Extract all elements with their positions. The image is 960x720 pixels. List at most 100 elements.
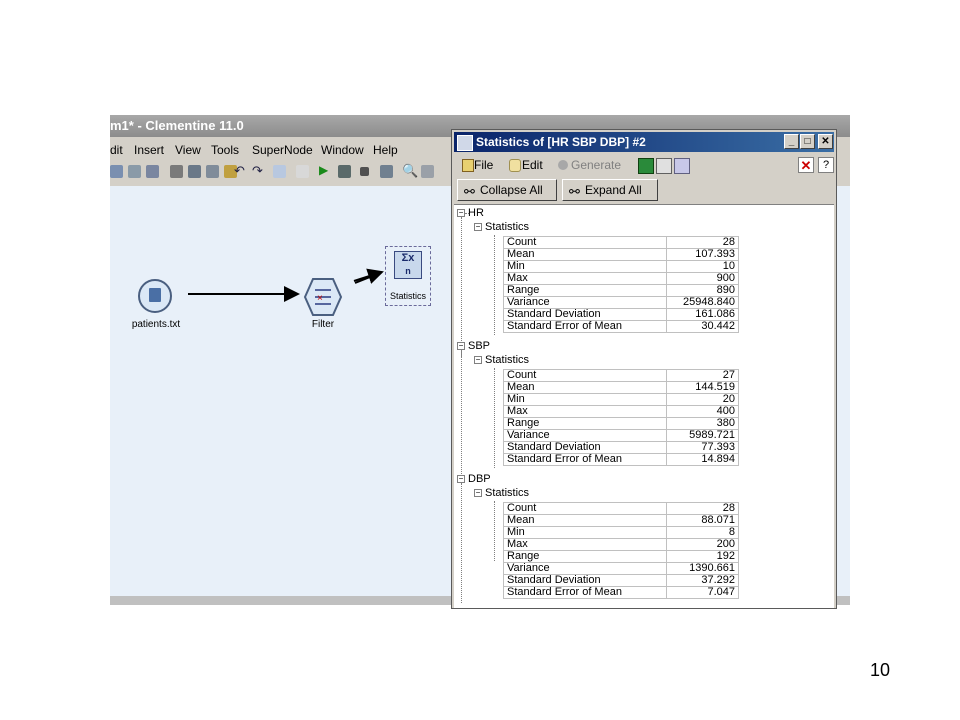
tree-field-hr[interactable]: HR <box>468 207 484 219</box>
close-button[interactable]: ✕ <box>818 134 833 149</box>
annotate-icon[interactable] <box>674 158 690 174</box>
tree-group-hr-statistics[interactable]: Statistics <box>485 221 529 233</box>
table-row: Standard Deviation 37.292 <box>503 574 739 587</box>
tree-toggle-hr-statistics[interactable]: − <box>474 223 482 231</box>
filter-node-label: Filter <box>311 319 335 330</box>
save-icon[interactable] <box>110 165 123 178</box>
menu-supernode[interactable]: SuperNode <box>252 143 313 157</box>
table-row: Count 28 <box>503 502 739 515</box>
zoom-out-icon[interactable] <box>421 165 434 178</box>
stat-value: 30.442 <box>666 320 739 333</box>
table-row: Max 200 <box>503 538 739 551</box>
tree-toggle-sbp-statistics[interactable]: − <box>474 356 482 364</box>
close-output-icon[interactable]: ✕ <box>798 157 814 173</box>
tree-group-dbp-statistics[interactable]: Statistics <box>485 487 529 499</box>
tree-field-sbp[interactable]: SBP <box>468 340 490 352</box>
stat-value: 27 <box>666 369 739 382</box>
sql-icon[interactable] <box>296 165 309 178</box>
table-row: Count 28 <box>503 236 739 249</box>
cut-icon[interactable] <box>170 165 183 178</box>
stream-icon[interactable] <box>146 165 159 178</box>
stat-label: Max <box>503 405 667 418</box>
tree-toggle-dbp[interactable]: − <box>457 475 465 483</box>
dbp-statistics-table: Count 28 Mean 88.071 Min 8 Max 200 Range 192 … <box>503 502 739 599</box>
print-icon[interactable] <box>128 165 141 178</box>
help-icon[interactable]: ? <box>818 157 834 173</box>
stat-value: 25948.840 <box>666 296 739 309</box>
stat-label: Max <box>503 538 667 551</box>
table-row: Min 10 <box>503 260 739 273</box>
source-node[interactable] <box>138 279 172 313</box>
stat-value: 20 <box>666 393 739 406</box>
preview-icon[interactable] <box>380 165 393 178</box>
tree-field-dbp[interactable]: DBP <box>468 473 491 485</box>
connection-arrow-statistics <box>353 268 384 284</box>
stat-label: Variance <box>503 296 667 309</box>
tree-toggle-sbp[interactable]: − <box>457 342 465 350</box>
export-icon[interactable] <box>638 158 654 174</box>
table-row: Standard Error of Mean 30.442 <box>503 320 739 333</box>
edit-menu-icon <box>509 159 521 172</box>
menu-tools[interactable]: Tools <box>211 143 239 157</box>
stat-label: Min <box>503 393 667 406</box>
report-icon[interactable] <box>273 165 286 178</box>
file-menu-icon <box>462 159 474 172</box>
menu-window[interactable]: Window <box>321 143 364 157</box>
stat-value: 900 <box>666 272 739 285</box>
copy-icon[interactable] <box>188 165 201 178</box>
run-selection-icon[interactable] <box>338 165 351 178</box>
redo-icon[interactable]: ↷ <box>252 164 265 177</box>
stat-label: Standard Error of Mean <box>503 586 667 599</box>
run-icon[interactable]: ▶ <box>319 164 332 177</box>
minimize-button[interactable]: _ <box>784 134 799 149</box>
dialog-menu-edit[interactable]: Edit <box>522 158 543 172</box>
expand-icon: ⚯ <box>569 184 580 199</box>
table-row: Mean 88.071 <box>503 514 739 527</box>
stat-label: Standard Error of Mean <box>503 320 667 333</box>
dialog-menu-file[interactable]: File <box>474 158 493 172</box>
menu-view[interactable]: View <box>175 143 201 157</box>
menu-edit[interactable]: dit <box>110 143 123 157</box>
stat-value: 144.519 <box>666 381 739 394</box>
stat-value: 28 <box>666 236 739 249</box>
stat-label: Min <box>503 526 667 539</box>
dialog-menubar: File Edit Generate ✕ ? <box>454 154 834 176</box>
menu-insert[interactable]: Insert <box>134 143 164 157</box>
table-row: Standard Error of Mean 14.894 <box>503 453 739 466</box>
stat-label: Variance <box>503 429 667 442</box>
filter-node[interactable]: × <box>303 277 343 317</box>
maximize-button[interactable]: □ <box>800 134 815 149</box>
stat-value: 37.292 <box>666 574 739 587</box>
print-icon[interactable] <box>656 158 672 174</box>
stat-label: Mean <box>503 381 667 394</box>
expand-all-button[interactable]: ⚯ Expand All <box>562 179 658 201</box>
statistics-icon-text: Σx <box>401 252 415 264</box>
zoom-in-icon[interactable]: 🔍 <box>402 164 418 177</box>
dialog-button-bar: ⚯ Collapse All ⚯ Expand All <box>454 178 834 204</box>
menu-help[interactable]: Help <box>373 143 398 157</box>
undo-icon[interactable]: ↶ <box>234 164 247 177</box>
table-row: Count 27 <box>503 369 739 382</box>
table-row: Variance 1390.661 <box>503 562 739 575</box>
stat-label: Count <box>503 236 667 249</box>
stat-label: Standard Error of Mean <box>503 453 667 466</box>
stop-icon[interactable] <box>360 167 369 176</box>
stat-value: 890 <box>666 284 739 297</box>
stat-label: Range <box>503 284 667 297</box>
stat-value: 192 <box>666 550 739 563</box>
table-row: Standard Deviation 77.393 <box>503 441 739 454</box>
statistics-tree[interactable]: − HR − Statistics Count 28 Mean 107.393 Mi… <box>454 204 834 608</box>
statistics-node[interactable]: Σx n Statistics <box>385 246 431 306</box>
table-row: Max 900 <box>503 272 739 285</box>
tree-toggle-hr[interactable]: − <box>457 209 465 217</box>
dialog-titlebar[interactable]: Statistics of [HR SBP DBP] #2 _ □ ✕ <box>454 132 834 152</box>
tree-toggle-dbp-statistics[interactable]: − <box>474 489 482 497</box>
tree-group-sbp-statistics[interactable]: Statistics <box>485 354 529 366</box>
collapse-icon: ⚯ <box>464 184 475 199</box>
hr-statistics-table: Count 28 Mean 107.393 Min 10 Max 900 Range 89… <box>503 236 739 333</box>
collapse-all-button[interactable]: ⚯ Collapse All <box>457 179 557 201</box>
stat-label: Mean <box>503 514 667 527</box>
page-number: 10 <box>870 660 891 680</box>
paste-icon[interactable] <box>206 165 219 178</box>
dialog-app-icon <box>457 135 473 151</box>
